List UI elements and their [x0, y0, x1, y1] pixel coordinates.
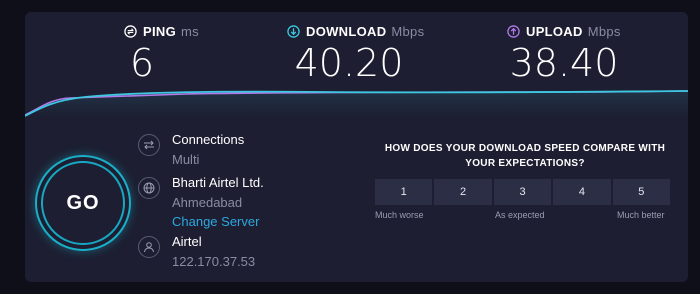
download-metric: DOWNLOAD Mbps 40.20 [287, 24, 424, 83]
ping-metric: PING ms 6 [124, 24, 199, 83]
change-server-link[interactable]: Change Server [172, 214, 264, 230]
rating-button-2[interactable]: 2 [434, 179, 492, 205]
upload-label: UPLOAD [526, 24, 583, 39]
connections-label: Connections [172, 132, 245, 147]
feedback-question: HOW DOES YOUR DOWNLOAD SPEED COMPARE WIT… [384, 143, 666, 169]
go-button[interactable]: GO [35, 155, 131, 251]
upload-arrow-icon [507, 25, 520, 38]
download-arrow-icon [287, 25, 300, 38]
upload-metric: UPLOAD Mbps 38.40 [507, 24, 621, 83]
isp-name: Airtel [172, 234, 202, 249]
download-label: DOWNLOAD [306, 24, 387, 39]
connections-info: Connections Multi [172, 132, 244, 168]
rating-button-3[interactable]: 3 [493, 179, 552, 205]
ping-unit: ms [180, 24, 199, 39]
connections-value: Multi [172, 152, 200, 167]
ip-address: 122.170.37.53 [172, 254, 256, 269]
scale-low-label: Much worse [375, 210, 424, 220]
ping-value: 6 [129, 41, 155, 85]
server-provider: Bharti Airtel Ltd. [172, 175, 264, 190]
speedtest-result-card: PING ms 6 DOWNLOAD Mbps 40.20 UPLOAD Mbp… [25, 12, 688, 282]
upload-unit: Mbps [587, 24, 621, 39]
server-info: Bharti Airtel Ltd. Ahmedabad Change Serv… [172, 175, 264, 230]
connections-icon [138, 134, 160, 156]
rating-button-1[interactable]: 1 [375, 179, 433, 205]
rating-button-5[interactable]: 5 [612, 179, 671, 205]
feedback-rating-bar: 1 2 3 4 5 [375, 179, 671, 205]
go-button-label: GO [41, 161, 125, 245]
server-location: Ahmedabad [172, 195, 243, 210]
user-icon [138, 236, 160, 258]
download-unit: Mbps [391, 24, 425, 39]
speed-graph [25, 90, 688, 118]
isp-info: Airtel 122.170.37.53 [172, 234, 255, 270]
rating-button-4[interactable]: 4 [553, 179, 611, 205]
scale-mid-label: As expected [495, 210, 545, 220]
download-value: 40.20 [294, 41, 404, 85]
scale-high-label: Much better [617, 210, 665, 220]
ping-icon [124, 25, 137, 38]
ping-label: PING [143, 24, 176, 39]
globe-icon [138, 177, 160, 199]
upload-value: 38.40 [509, 41, 619, 85]
